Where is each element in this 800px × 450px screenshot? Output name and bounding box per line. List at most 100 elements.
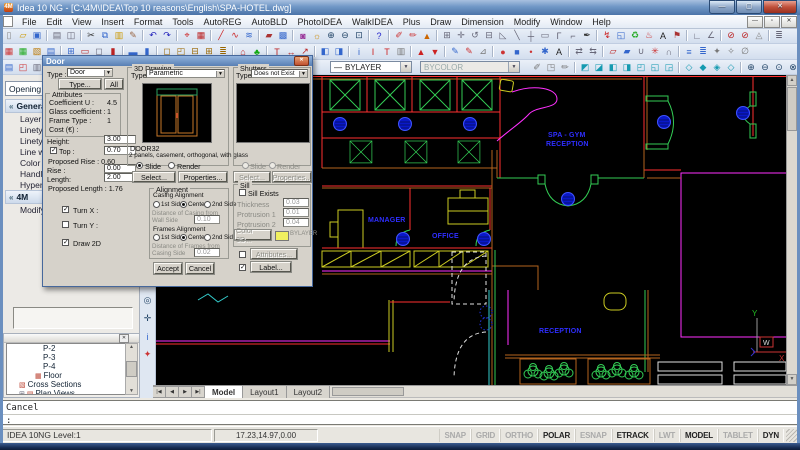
status-toggle-tablet[interactable]: TABLET xyxy=(718,429,758,442)
hatch-green-icon[interactable]: ▦ xyxy=(17,45,30,58)
zoom-out-icon[interactable]: ⊖ xyxy=(339,29,352,42)
tab-nav-1[interactable]: ◀ xyxy=(166,386,179,398)
menu-tools[interactable]: Tools xyxy=(167,17,198,27)
lock-icon[interactable]: ✦ xyxy=(711,45,724,58)
drawing3d-type-combo[interactable]: Parametric ▼ xyxy=(146,69,225,78)
unlock-icon[interactable]: ✧ xyxy=(725,45,738,58)
image-icon[interactable]: ▩ xyxy=(277,29,290,42)
menu-format[interactable]: Format xyxy=(129,17,168,27)
render-radio[interactable] xyxy=(168,162,175,169)
tree-close-icon[interactable]: ✕ xyxy=(119,334,129,343)
sheet-icon[interactable]: ◱ xyxy=(615,29,628,42)
rotate-icon[interactable]: ↺ xyxy=(469,29,482,42)
frames-center-radio[interactable] xyxy=(180,234,187,241)
status-toggle-snap[interactable]: SNAP xyxy=(439,429,470,442)
mdi-close-button[interactable]: ✕ xyxy=(781,16,797,28)
wall-left-icon[interactable]: ◧ xyxy=(319,45,332,58)
view-top-icon[interactable]: ◩ xyxy=(579,61,592,74)
casing-1st-side-radio[interactable] xyxy=(153,201,160,208)
square-small-icon[interactable]: ■ xyxy=(511,45,524,58)
slide-radio[interactable] xyxy=(136,162,143,169)
table-icon[interactable]: ▦ xyxy=(195,29,208,42)
erase-icon[interactable]: ▰ xyxy=(263,29,276,42)
menu-edit[interactable]: Edit xyxy=(42,17,68,27)
cancel-button[interactable]: Cancel xyxy=(186,263,214,274)
light-icon[interactable]: ☼ xyxy=(311,29,324,42)
tab-nav-3[interactable]: ▶| xyxy=(192,386,205,398)
multiline-icon[interactable]: ≋ xyxy=(243,29,256,42)
menu-insert[interactable]: Insert xyxy=(96,17,129,27)
all-button[interactable]: All xyxy=(105,79,123,89)
length-field[interactable]: 2.00 xyxy=(104,173,136,182)
tree-item-p-2[interactable]: P-2 xyxy=(7,344,125,353)
cone-icon[interactable]: ◬ xyxy=(753,29,766,42)
turn-y-checkbox[interactable] xyxy=(62,221,69,228)
drawing-hscrollbar[interactable] xyxy=(330,386,797,398)
view-right-icon[interactable]: ◨ xyxy=(621,61,634,74)
iso-sw-icon[interactable]: ◇ xyxy=(725,61,738,74)
close-button[interactable]: ✕ xyxy=(763,0,797,14)
menu-photoidea[interactable]: PhotoIDEA xyxy=(293,17,348,27)
ink-pen-icon[interactable]: ✒ xyxy=(581,29,594,42)
zoom-window-icon[interactable]: ⊡ xyxy=(353,29,366,42)
reference-point-icon[interactable]: ⌖ xyxy=(181,29,194,42)
triangle-down-icon[interactable]: ▼ xyxy=(429,45,442,58)
snap-grid-icon[interactable]: ⊞ xyxy=(441,29,454,42)
scroll-up-icon[interactable]: ▲ xyxy=(129,344,134,350)
drawing-vscrollbar[interactable]: ▲ ▼ xyxy=(786,75,797,385)
menu-draw[interactable]: Draw xyxy=(425,17,456,27)
scroll-thumb[interactable] xyxy=(332,387,404,396)
tab-layout2[interactable]: Layout2 xyxy=(287,386,330,398)
tab-model[interactable]: Model xyxy=(205,386,243,398)
menu-dimension[interactable]: Dimension xyxy=(456,17,509,27)
status-toggle-etrack[interactable]: ETRACK xyxy=(612,429,654,442)
redo-icon[interactable]: ↷ xyxy=(161,29,174,42)
draw-2d-checkbox[interactable]: ✓ xyxy=(62,239,69,246)
corner-left-icon[interactable]: Γ xyxy=(553,29,566,42)
linetype-combo[interactable]: — BYLAYER ▼ xyxy=(330,61,412,73)
expand-icon[interactable]: ⊞ xyxy=(19,390,25,396)
properties-button[interactable]: Properties... xyxy=(179,172,227,182)
flag-icon[interactable]: ⚑ xyxy=(671,29,684,42)
scroll-thumb[interactable] xyxy=(126,361,137,377)
frames-1st-side-radio[interactable] xyxy=(153,234,160,241)
copy-icon[interactable]: ⧉ xyxy=(99,29,112,42)
dialog-close-icon[interactable]: ✕ xyxy=(294,56,309,66)
status-toggle-polar[interactable]: POLAR xyxy=(538,429,575,442)
maximize-button[interactable]: ▢ xyxy=(736,0,762,14)
hatch-red-icon[interactable]: ▦ xyxy=(3,45,16,58)
open-icon[interactable]: ▱ xyxy=(17,29,30,42)
dialog-title-bar[interactable]: Door ✕ xyxy=(43,56,312,66)
no-entry-2-icon[interactable]: ⊘ xyxy=(739,29,752,42)
tree-item-p-4[interactable]: P-4 xyxy=(7,362,125,371)
status-toggle-model[interactable]: MODEL xyxy=(680,429,718,442)
frames-2nd-side-radio[interactable] xyxy=(204,234,211,241)
status-toggle-dyn[interactable]: DYN xyxy=(758,429,784,442)
minimize-button[interactable]: — xyxy=(709,0,735,14)
cut-icon[interactable]: ✂ xyxy=(85,29,98,42)
region-icon[interactable]: ▰ xyxy=(621,45,634,58)
star-icon[interactable]: ✱ xyxy=(539,45,552,58)
chevron-down-icon[interactable]: ▼ xyxy=(400,62,411,72)
set-square-icon[interactable]: ⊿ xyxy=(477,45,490,58)
join-icon[interactable]: ∪ xyxy=(635,45,648,58)
turn-x-checkbox[interactable]: ✓ xyxy=(62,206,69,213)
zoom-tool-icon[interactable]: ◎ xyxy=(141,294,154,307)
scale-icon[interactable]: ◺ xyxy=(497,29,510,42)
label-button[interactable]: Label... xyxy=(251,262,291,272)
tree-item-p-3[interactable]: P-3 xyxy=(7,353,125,362)
menu-autobld[interactable]: AutoBLD xyxy=(246,17,292,27)
ortho-corner-icon[interactable]: ∟ xyxy=(691,29,704,42)
label-checkbox[interactable]: ✓ xyxy=(239,264,246,271)
wall-right-icon[interactable]: ◨ xyxy=(333,45,346,58)
undo-icon[interactable]: ↶ xyxy=(147,29,160,42)
command-input[interactable]: : xyxy=(3,415,797,426)
rail-icon[interactable]: ≣ xyxy=(773,29,786,42)
chevron-down-icon[interactable]: ▼ xyxy=(216,71,224,77)
scroll-up-icon[interactable]: ▲ xyxy=(787,75,797,86)
chevron-down-icon[interactable]: ▼ xyxy=(299,71,307,77)
sill-exists-checkbox[interactable] xyxy=(239,189,246,196)
select-tool-icon[interactable]: ✦ xyxy=(141,348,154,361)
corner-right-icon[interactable]: ⌐ xyxy=(567,29,580,42)
sketch-red-icon[interactable]: ✐ xyxy=(393,29,406,42)
